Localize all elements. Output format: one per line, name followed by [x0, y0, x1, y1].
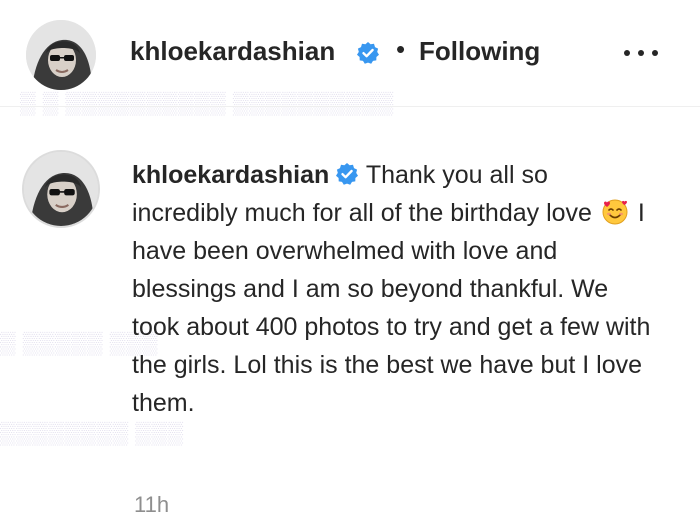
more-options-icon[interactable] — [618, 40, 664, 66]
verified-badge-icon — [336, 163, 359, 185]
caption-text-part2: I have been overwhelmed with love and bl… — [132, 199, 651, 417]
separator-dot: • — [396, 34, 406, 64]
profile-photo-icon — [24, 152, 98, 226]
smiling-face-with-hearts-icon — [602, 199, 628, 225]
instagram-post-screen: ▒ ▒ ▒▒▒▒▒▒▒▒▒▒ ▒▒▒▒▒▒▒▒▒▒ ▒ ▒▒▒▒▒ ▒▒▒ ▒▒… — [0, 0, 700, 529]
header-divider — [0, 106, 700, 107]
caption-avatar[interactable] — [22, 150, 100, 228]
following-button[interactable]: Following — [419, 36, 540, 67]
post-header: khloekardashian • Following — [0, 0, 700, 104]
ghost-artifact: ▒▒▒▒▒▒▒▒ ▒▒▒ — [0, 420, 184, 445]
caption-text-block: khloekardashian Thank you all so incredi… — [132, 156, 652, 422]
verified-badge-icon — [357, 42, 379, 64]
header-username[interactable]: khloekardashian — [130, 36, 335, 67]
avatar[interactable] — [26, 20, 96, 90]
profile-photo-icon — [26, 20, 96, 90]
post-timestamp: 11h — [134, 492, 170, 517]
caption-username[interactable]: khloekardashian — [132, 161, 329, 189]
